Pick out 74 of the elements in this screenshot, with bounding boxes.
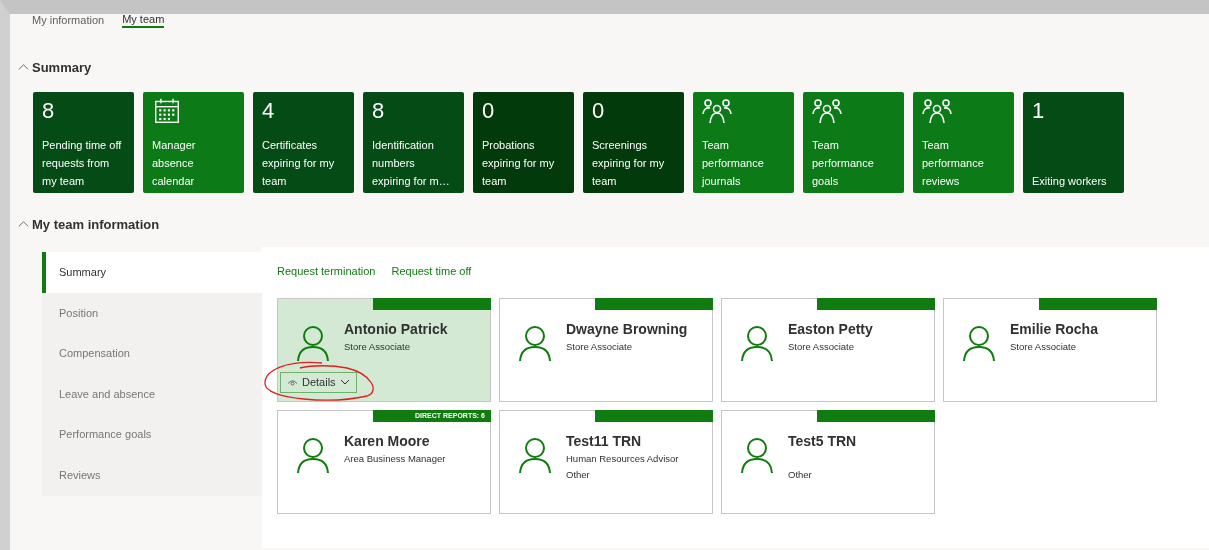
tile-count: 0 [482, 97, 496, 124]
tile-count: 8 [372, 97, 386, 124]
nav-item[interactable]: Compensation [42, 333, 262, 374]
nav-item[interactable]: Summary [42, 252, 262, 293]
nav-item[interactable]: Position [42, 292, 262, 334]
summary-tile[interactable]: 1 Exiting workers [1023, 91, 1124, 193]
person-card[interactable]: Easton Petty Store Associate [721, 298, 935, 402]
person-name: Antonio Patrick [344, 321, 448, 337]
details-button[interactable]: Details [280, 372, 357, 393]
chevron-icon[interactable] [18, 218, 29, 230]
person-name: Test11 TRN [566, 433, 643, 449]
person-name: Karen Moore [344, 433, 431, 449]
tile-label: Team performance journals [702, 137, 765, 189]
section-heading: My team information [32, 215, 160, 234]
person-name: Dwayne Browning [566, 321, 688, 337]
person-icon [296, 325, 330, 361]
summary-tile[interactable]: 4 Certificates expiring for my team [253, 91, 354, 193]
person-icon [296, 437, 330, 473]
action-link[interactable]: Request termination [277, 263, 376, 280]
tile-label: Pending time off requests from my team [42, 137, 123, 189]
tile-count: 8 [42, 97, 56, 124]
person-icon [518, 325, 552, 361]
person-detail: Area Business Manager [344, 452, 446, 466]
person-card[interactable]: Dwayne Browning Store Associate [499, 298, 713, 402]
person-card[interactable]: Test11 TRN Human Resources Advisor Other [499, 410, 713, 514]
nav-item[interactable]: Leave and absence [42, 373, 262, 415]
person-detail: Store Associate [566, 340, 633, 354]
person-card[interactable]: Antonio Patrick Store Associate Details [277, 298, 491, 402]
calendar-icon [152, 97, 182, 124]
people-icon [922, 97, 952, 124]
tile-label: Team performance goals [812, 137, 875, 189]
tile-label: Manager absence calendar [152, 137, 197, 189]
summary-tile[interactable]: Team performance reviews [913, 91, 1014, 193]
summary-tile[interactable]: 8 Pending time off requests from my team [33, 91, 134, 193]
person-card[interactable]: Test5 TRN Other [721, 410, 935, 514]
tile-label: Screenings expiring for my team [592, 137, 666, 189]
person-detail: Other [566, 468, 591, 482]
tile-count: 0 [592, 97, 606, 124]
tile-label: Certificates expiring for my team [262, 137, 336, 189]
tile-label: Identification numbers expiring for m… [372, 137, 451, 189]
tile-label: Probations expiring for my team [482, 137, 556, 189]
tab[interactable]: My information [32, 14, 105, 28]
people-icon [702, 97, 732, 124]
tile-count: 4 [262, 97, 276, 124]
summary-tile[interactable]: Team performance journals [693, 91, 794, 193]
summary-tile[interactable]: 0 Screenings expiring for my team [583, 91, 684, 193]
person-icon [740, 325, 774, 361]
nav-item[interactable]: Reviews [42, 454, 262, 496]
person-icon [740, 437, 774, 473]
summary-tile[interactable]: 0 Probations expiring for my team [473, 91, 574, 193]
tile-label: Team performance reviews [922, 137, 985, 189]
person-detail: Store Associate [344, 340, 411, 354]
eye-icon [287, 378, 298, 386]
person-name: Test5 TRN [788, 433, 857, 449]
caret-icon [339, 379, 350, 386]
section-heading: Summary [32, 59, 92, 77]
person-icon [962, 325, 996, 361]
person-detail: Human Resources Advisor [566, 452, 679, 466]
summary-tile[interactable]: Team performance goals [803, 91, 904, 193]
tab[interactable]: My team [122, 14, 165, 28]
person-detail: Store Associate [788, 340, 855, 354]
person-name: Emilie Rocha [1010, 321, 1098, 337]
tile-label: Exiting workers [1032, 173, 1108, 189]
action-link[interactable]: Request time off [391, 263, 472, 280]
person-icon [518, 437, 552, 473]
summary-tile[interactable]: 8 Identification numbers expiring for m… [363, 91, 464, 193]
person-detail: Store Associate [1010, 340, 1077, 354]
tile-count: 1 [1032, 97, 1046, 124]
person-detail: Other [788, 468, 813, 482]
person-name: Easton Petty [788, 321, 873, 337]
person-card[interactable]: Emilie Rocha Store Associate [943, 298, 1157, 402]
summary-tile[interactable]: Manager absence calendar [143, 91, 244, 193]
people-icon [812, 97, 842, 124]
nav-item[interactable]: Performance goals [42, 414, 262, 455]
